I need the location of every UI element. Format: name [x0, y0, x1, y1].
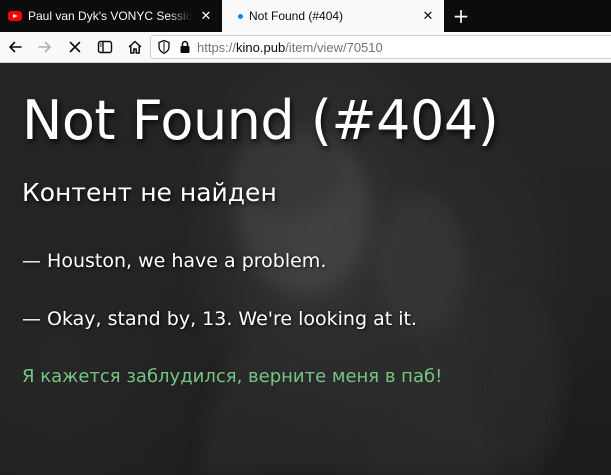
quote-line-1: — Houston, we have a problem. [22, 250, 327, 272]
shield-icon[interactable] [157, 39, 171, 55]
url-bar[interactable]: https://kino.pub/item/view/70510 [150, 35, 611, 59]
loading-dot-icon [238, 13, 243, 19]
return-to-pub-link[interactable]: Я кажется заблудился, верните меня в паб… [22, 366, 442, 387]
quote-line-2: — Okay, stand by, 13. We're looking at i… [22, 308, 417, 330]
home-icon [128, 40, 142, 54]
youtube-icon [8, 11, 22, 21]
close-tab-icon[interactable]: ✕ [198, 8, 214, 24]
sidebar-icon [97, 40, 113, 54]
sidebar-button[interactable] [90, 33, 120, 61]
new-tab-button[interactable]: + [444, 0, 478, 32]
forward-button[interactable] [30, 33, 60, 61]
home-button[interactable] [120, 33, 150, 61]
page-title: Not Found (#404) [22, 89, 499, 152]
tab-title: Paul van Dyk's VONYC Sessions [28, 9, 192, 23]
stop-icon [69, 41, 81, 53]
tab-not-found[interactable]: Not Found (#404) ✕ [222, 0, 444, 32]
stop-button[interactable] [60, 33, 90, 61]
url-path: /item/view/70510 [285, 39, 383, 55]
tab-bar: Paul van Dyk's VONYC Sessions ✕ Not Foun… [0, 0, 611, 32]
tab-youtube[interactable]: Paul van Dyk's VONYC Sessions ✕ [0, 0, 222, 32]
url-text[interactable]: https://kino.pub/item/view/70510 [197, 40, 383, 55]
navigation-bar: https://kino.pub/item/view/70510 [0, 32, 611, 63]
page-content: Not Found (#404) Контент не найден — Hou… [0, 63, 611, 475]
back-button[interactable] [0, 33, 30, 61]
url-host: kino.pub [236, 39, 286, 55]
url-scheme: https:// [197, 39, 237, 55]
page-subtitle: Контент не найден [22, 178, 277, 207]
close-tab-icon[interactable]: ✕ [420, 8, 436, 24]
forward-arrow-icon [38, 41, 51, 53]
tab-title: Not Found (#404) [249, 9, 344, 23]
lock-icon[interactable] [177, 39, 193, 55]
back-arrow-icon [9, 41, 22, 53]
